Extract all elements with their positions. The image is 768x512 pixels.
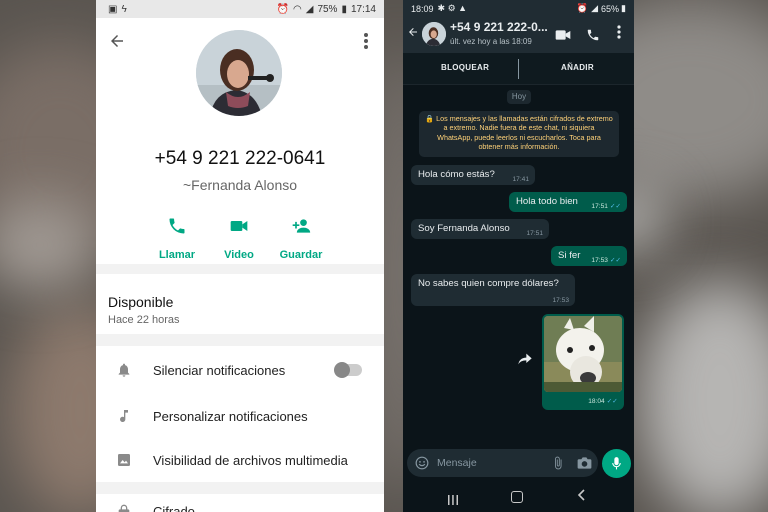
message-time: 17:53 [591,257,608,264]
lock-icon [116,504,132,512]
microphone-icon [612,457,621,470]
home-icon[interactable] [511,491,523,503]
custom-notifications-row[interactable]: Personalizar notificaciones [96,394,384,438]
message-text: Soy Fernanda Alonso [418,223,510,234]
message-time: 17:51 [526,230,543,237]
usb-notification-icon: ϟ [121,3,127,15]
chat-avatar[interactable] [422,22,446,46]
attach-icon[interactable] [551,456,565,470]
voice-call-icon[interactable] [586,28,600,42]
save-contact-button[interactable]: Guardar [266,216,336,261]
settings-section: Silenciar notificaciones Personalizar no… [96,346,384,482]
contact-alias: ~Fernanda Alonso [182,177,298,193]
add-contact-button[interactable]: AÑADIR [561,63,594,72]
image-icon [116,452,132,468]
message-bubble[interactable]: No sabes quien compre dólares? 17:53 [411,274,575,306]
llama-photo[interactable] [544,316,622,392]
chat-header: +54 9 221 222-0... últ. vez hoy a las 18… [403,17,634,53]
about-section[interactable]: Disponible Hace 22 horas [96,274,384,334]
battery-icon: ▮ [621,3,626,13]
battery-level: 65% [601,3,620,14]
message-bubble[interactable]: Hola todo bien 17:51 ✓✓ [509,192,627,212]
image-message-time: 18:04 ✓✓ [582,395,624,409]
notification-icons: ✱ ⚙ ▲ [437,3,468,13]
message-text: Si fer [558,250,581,261]
back-arrow-icon[interactable] [407,25,419,44]
media-visibility-label: Visibilidad de archivos multimedia [153,452,348,468]
camera-icon[interactable] [577,456,592,470]
add-person-icon [266,216,336,238]
last-seen: últ. vez hoy a las 18:09 [450,37,532,46]
contact-header: +54 9 221 222-0641 ~Fernanda Alonso Llam… [96,18,384,264]
video-camera-icon [204,216,274,238]
encryption-notice[interactable]: 🔒 Los mensajes y las llamadas están cifr… [419,111,619,157]
mute-notifications-label: Silenciar notificaciones [153,362,286,378]
image-time-text: 18:04 [588,398,605,405]
contact-avatar[interactable] [196,30,282,116]
forward-icon[interactable] [517,352,533,366]
chat-screen: 18:09 ✱ ⚙ ▲ ⏰ ◢ 65% ▮ +54 9 221 222-0...… [403,0,634,512]
video-call-icon[interactable] [555,28,571,42]
mute-toggle[interactable] [334,362,362,378]
back-arrow-icon[interactable] [108,32,128,52]
status-bar: 18:09 ✱ ⚙ ▲ ⏰ ◢ 65% ▮ [403,0,634,17]
battery-icon: ▮ [341,3,347,15]
mute-notifications-row[interactable]: Silenciar notificaciones [96,348,384,392]
more-options-icon[interactable] [617,25,621,42]
message-time: 17:41 [512,176,529,183]
wifi-icon: ◠ [293,3,302,15]
encryption-row[interactable]: Cifrado [96,494,384,512]
alarm-icon: ⏰ [276,3,289,15]
status-time: 17:14 [350,3,376,15]
contact-phone-number: +54 9 221 222-0641 [154,148,326,169]
custom-notifications-label: Personalizar notificaciones [153,408,308,424]
media-visibility-row[interactable]: Visibilidad de archivos multimedia [96,438,384,482]
video-button[interactable]: Video [204,216,274,261]
bell-icon [116,362,132,378]
signal-icon: ◢ [591,3,599,13]
encryption-label: Cifrado [153,504,195,512]
phone-icon [142,216,212,238]
call-label: Llamar [158,249,196,261]
message-time: 17:53 [552,297,569,304]
battery-level: 75% [317,3,338,15]
message-list: Hoy 🔒 Los mensajes y las llamadas están … [403,85,634,455]
call-button[interactable]: Llamar [142,216,212,261]
read-ticks-icon: ✓✓ [609,257,621,264]
contact-actions: Llamar Video Guardar [96,216,384,266]
block-button[interactable]: BLOQUEAR [441,63,489,72]
message-composer[interactable]: Mensaje [407,449,598,477]
gallery-notification-icon: ▣ [108,3,118,15]
about-title: Disponible [108,294,174,310]
message-input[interactable]: Mensaje [437,457,477,469]
more-options-icon[interactable] [360,32,372,52]
microphone-button[interactable] [602,449,631,478]
read-ticks-icon: ✓✓ [609,203,621,210]
message-text: No sabes quien compre dólares? [418,278,559,289]
chat-contact-name[interactable]: +54 9 221 222-0... [450,20,548,34]
signal-icon: ◢ [305,3,314,15]
date-chip: Hoy [507,90,531,104]
system-nav-bar [403,484,634,512]
back-nav-icon[interactable] [577,489,585,504]
unknown-contact-bar: BLOQUEAR AÑADIR [403,53,634,85]
alarm-icon: ⏰ [576,3,589,13]
save-label: Guardar [279,249,323,261]
bar-divider [518,59,519,79]
recent-apps-icon[interactable] [447,492,459,505]
message-time: 17:51 [591,203,608,210]
emoji-icon[interactable] [415,456,429,470]
music-note-icon [116,408,132,424]
message-text: Hola cómo estás? [418,169,495,180]
message-bubble[interactable]: Hola cómo estás? 17:41 [411,165,535,185]
video-label: Video [224,249,254,261]
about-date: Hace 22 horas [108,314,180,326]
status-bar: ▣ ϟ ⏰ ◠ ◢ 75% ▮ 17:14 [96,0,384,18]
message-bubble[interactable]: Soy Fernanda Alonso 17:51 [411,219,549,239]
read-ticks-icon: ✓✓ [606,398,618,405]
contact-info-screen: ▣ ϟ ⏰ ◠ ◢ 75% ▮ 17:14 +54 9 221 222-0641… [96,0,384,512]
message-text: Hola todo bien [516,196,578,207]
message-bubble[interactable]: Si fer 17:53 ✓✓ [551,246,627,266]
status-time: 18:09 [411,3,434,14]
